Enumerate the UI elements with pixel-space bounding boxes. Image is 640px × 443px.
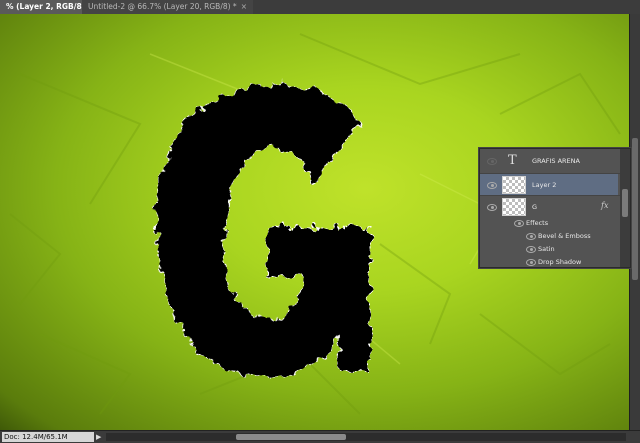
tab-active-document[interactable]: % (Layer 2, RGB/8) * (0, 0, 92, 14)
document-tab-bar: % (Layer 2, RGB/8) * Untitled-2 @ 66.7% … (0, 0, 640, 15)
effect-drop-shadow[interactable]: Drop Shadow (480, 256, 618, 267)
layer-row-layer-2[interactable]: Layer 2 (480, 174, 618, 195)
visibility-eye-icon[interactable] (526, 259, 536, 266)
horizontal-scroll-thumb[interactable] (236, 434, 346, 440)
tab-label: % (Layer 2, RGB/8) * (6, 2, 92, 11)
horizontal-scrollbar[interactable] (106, 433, 626, 441)
visibility-eye-icon[interactable] (487, 182, 497, 189)
status-menu-arrow-icon[interactable]: ▶ (96, 432, 101, 442)
document-size-status: Doc: 12.4M/65.1M (2, 432, 94, 442)
tab-untitled-2[interactable]: Untitled-2 @ 66.7% (Layer 20, RGB/8) * × (82, 0, 253, 14)
fx-icon[interactable]: fx (601, 201, 608, 210)
close-icon[interactable]: × (241, 2, 247, 11)
effect-label: Satin (538, 245, 555, 253)
layers-scrollbar[interactable] (620, 149, 630, 267)
tab-label: Untitled-2 @ 66.7% (Layer 20, RGB/8) * (88, 2, 237, 11)
visibility-eye-icon[interactable] (487, 158, 497, 165)
layer-thumbnail (502, 198, 526, 216)
layer-name: Layer 2 (532, 181, 557, 189)
status-bar: Doc: 12.4M/65.1M ▶ (0, 430, 640, 443)
layer-name: G (532, 203, 538, 211)
visibility-eye-icon[interactable] (526, 246, 536, 253)
effects-label: Effects (526, 219, 549, 227)
effect-bevel-emboss[interactable]: Bevel & Emboss (480, 230, 618, 242)
effects-header[interactable]: Effects (480, 217, 618, 229)
effect-label: Drop Shadow (538, 258, 582, 266)
effect-satin[interactable]: Satin (480, 243, 618, 255)
visibility-eye-icon[interactable] (526, 233, 536, 240)
vertical-scroll-thumb[interactable] (632, 138, 638, 280)
effect-label: Bevel & Emboss (538, 232, 591, 240)
text-layer-icon: T (508, 153, 517, 168)
layer-name: GRAFIS ARENA (532, 157, 580, 165)
layer-thumbnail (502, 176, 526, 194)
visibility-eye-icon[interactable] (514, 220, 524, 227)
layer-row-g[interactable]: G fx (480, 196, 618, 217)
layers-scroll-thumb[interactable] (622, 189, 628, 217)
layer-row-grafis-arena[interactable]: T GRAFIS ARENA (480, 149, 618, 173)
layers-panel: T GRAFIS ARENA Layer 2 G fx Effects Beve… (479, 148, 631, 268)
visibility-eye-icon[interactable] (487, 204, 497, 211)
letter-g-shape[interactable] (155, 83, 371, 377)
